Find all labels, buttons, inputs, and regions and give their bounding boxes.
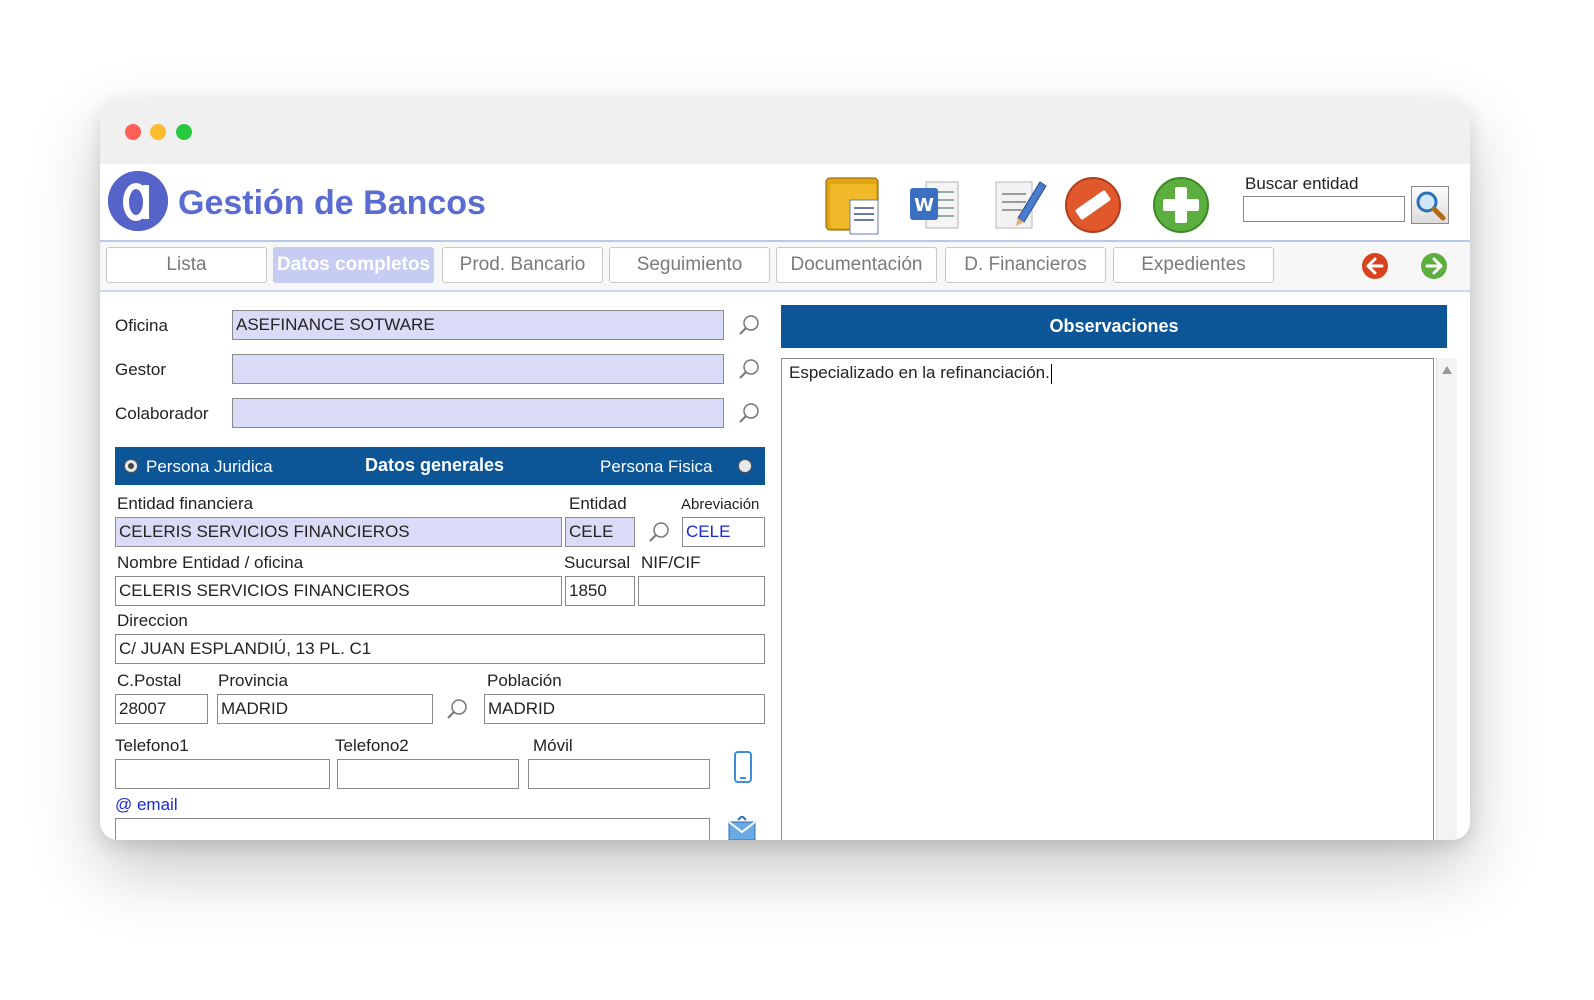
arrow-left-icon[interactable] xyxy=(1361,252,1389,280)
persona-fisica-label: Persona Fisica xyxy=(600,457,713,476)
oficina-label: Oficina xyxy=(115,316,168,335)
entidad-label: Entidad xyxy=(569,494,627,513)
sucursal-field[interactable]: 1850 xyxy=(565,576,635,606)
maximize-window-button[interactable] xyxy=(176,124,192,140)
title-bar xyxy=(100,100,1470,164)
colaborador-field[interactable] xyxy=(232,398,724,428)
delete-icon[interactable] xyxy=(1062,174,1124,236)
app-window: Gestión de Bancos W Buscar entidad Lista… xyxy=(100,100,1470,840)
cpostal-field[interactable]: 28007 xyxy=(115,694,208,724)
entidad-field[interactable]: CELE xyxy=(565,517,635,547)
email-label: @ email xyxy=(115,795,178,814)
observaciones-scrollbar[interactable] xyxy=(1436,358,1457,840)
tab-seguimiento[interactable]: Seguimiento xyxy=(609,247,770,283)
app-logo-icon xyxy=(108,171,168,231)
datos-generales-header: Persona Juridica Datos generales Persona… xyxy=(115,447,765,485)
app-body: Gestión de Bancos W Buscar entidad Lista… xyxy=(100,164,1470,840)
gestor-field[interactable] xyxy=(232,354,724,384)
nombre-entidad-field[interactable]: CELERIS SERVICIOS FINANCIEROS xyxy=(115,576,562,606)
sucursal-label: Sucursal xyxy=(564,553,631,572)
abreviacion-field[interactable]: CELE xyxy=(682,517,765,547)
datos-generales-title: Datos generales xyxy=(365,455,505,475)
search-colaborador-icon[interactable] xyxy=(738,402,760,424)
mobile-phone-icon[interactable] xyxy=(732,750,754,784)
add-icon[interactable] xyxy=(1150,174,1212,236)
arrow-right-icon[interactable] xyxy=(1420,252,1448,280)
search-label: Buscar entidad xyxy=(1245,174,1359,193)
nif-cif-field[interactable] xyxy=(638,576,765,606)
provincia-field[interactable]: MADRID xyxy=(217,694,433,724)
colaborador-label: Colaborador xyxy=(115,404,209,423)
tab-documentacion[interactable]: Documentación xyxy=(776,247,937,283)
observaciones-textarea[interactable]: Especializado en la refinanciación. xyxy=(781,358,1434,840)
tab-lista[interactable]: Lista xyxy=(106,247,267,283)
movil-label: Móvil xyxy=(533,736,573,755)
direccion-field[interactable]: C/ JUAN ESPLANDIÚ, 13 PL. C1 xyxy=(115,634,765,664)
close-window-button[interactable] xyxy=(125,124,141,140)
word-icon[interactable]: W xyxy=(904,174,966,236)
telefono2-label: Telefono2 xyxy=(335,736,409,755)
telefono2-field[interactable] xyxy=(337,759,519,789)
entidad-financiera-label: Entidad financiera xyxy=(117,494,254,513)
telefono1-field[interactable] xyxy=(115,759,330,789)
send-email-icon[interactable] xyxy=(727,816,757,840)
poblacion-label: Población xyxy=(487,671,562,690)
oficina-field[interactable]: ASEFINANCE SOTWARE xyxy=(232,310,724,340)
text-caret xyxy=(1050,363,1052,384)
edit-note-icon[interactable] xyxy=(988,174,1050,236)
search-entidad-icon[interactable] xyxy=(648,521,670,543)
search-gestor-icon[interactable] xyxy=(738,358,760,380)
direccion-label: Direccion xyxy=(117,611,188,630)
email-field[interactable] xyxy=(115,818,710,840)
poblacion-field[interactable]: MADRID xyxy=(484,694,765,724)
page-title: Gestión de Bancos xyxy=(178,184,486,222)
entidad-financiera-field[interactable]: CELERIS SERVICIOS FINANCIEROS xyxy=(115,517,562,547)
tab-expedientes[interactable]: Expedientes xyxy=(1113,247,1274,283)
search-button[interactable] xyxy=(1411,186,1449,224)
tab-bar: Lista Datos completos Prod. Bancario Seg… xyxy=(100,242,1470,292)
tab-d-financieros[interactable]: D. Financieros xyxy=(945,247,1106,283)
radio-persona-juridica[interactable] xyxy=(124,459,138,473)
search-provincia-icon[interactable] xyxy=(446,698,468,720)
documents-icon[interactable] xyxy=(822,174,884,236)
search-icon xyxy=(1416,191,1446,221)
app-header: Gestión de Bancos W Buscar entidad xyxy=(100,164,1470,242)
observaciones-text: Especializado en la refinanciación. xyxy=(789,363,1050,382)
nif-cif-label: NIF/CIF xyxy=(641,553,701,572)
tab-datos-completos[interactable]: Datos completos xyxy=(273,247,434,283)
provincia-label: Provincia xyxy=(218,671,288,690)
search-input[interactable] xyxy=(1243,196,1405,222)
abreviacion-label: Abreviación xyxy=(681,496,760,513)
movil-field[interactable] xyxy=(528,759,710,789)
gestor-label: Gestor xyxy=(115,360,167,379)
persona-juridica-label: Persona Juridica xyxy=(146,457,273,476)
minimize-window-button[interactable] xyxy=(150,124,166,140)
search-oficina-icon[interactable] xyxy=(738,314,760,336)
scroll-up-icon[interactable] xyxy=(1442,366,1452,374)
cpostal-label: C.Postal xyxy=(117,671,182,690)
nombre-entidad-label: Nombre Entidad / oficina xyxy=(117,553,304,572)
observaciones-header: Observaciones xyxy=(781,305,1447,348)
tab-prod-bancario[interactable]: Prod. Bancario xyxy=(442,247,603,283)
svg-text:W: W xyxy=(914,195,934,216)
radio-persona-fisica[interactable] xyxy=(738,459,752,473)
telefono1-label: Telefono1 xyxy=(115,736,189,755)
